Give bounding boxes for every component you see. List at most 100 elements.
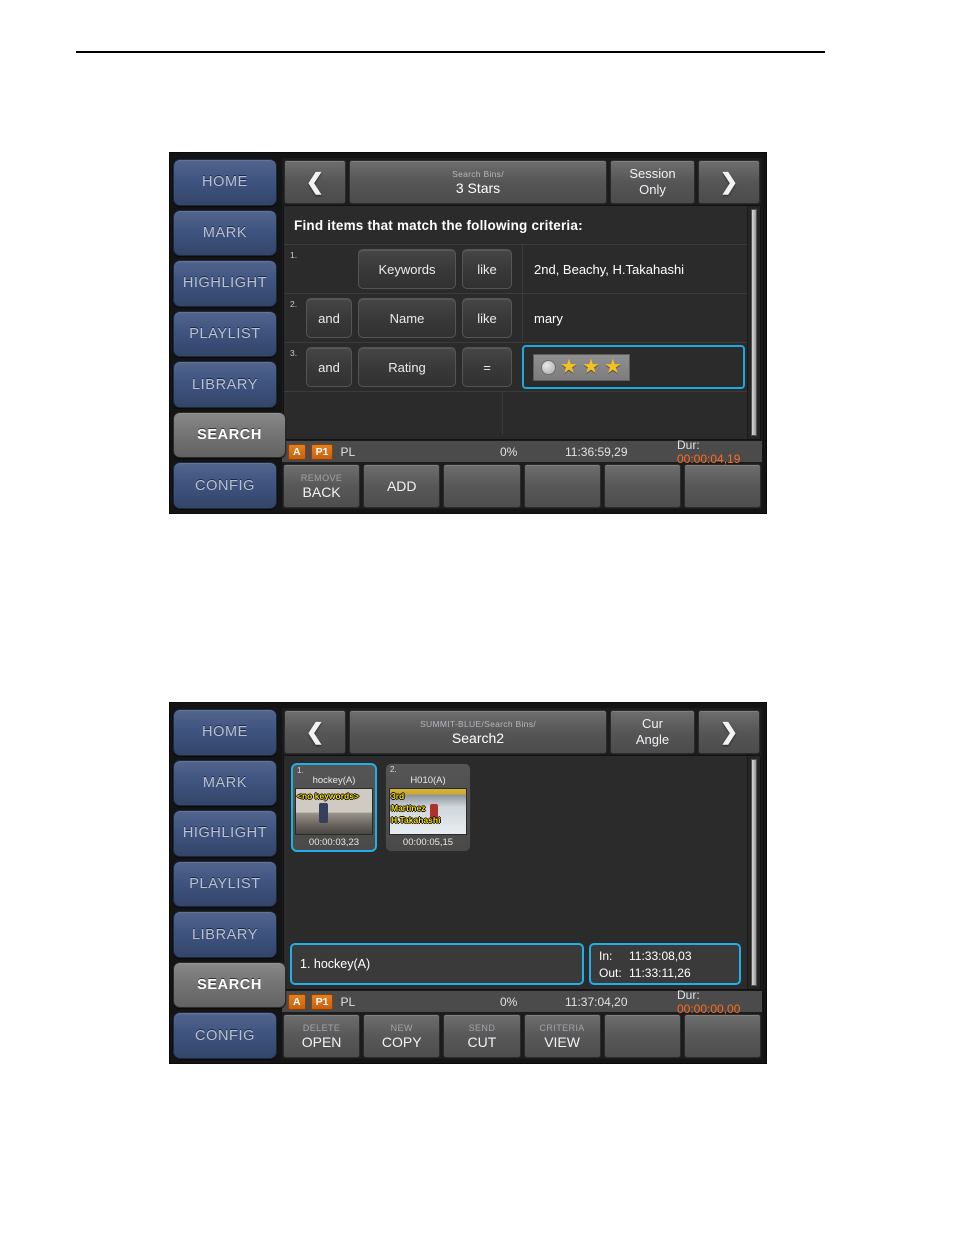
- criteria-scrollbar[interactable]: [747, 206, 760, 439]
- sidebar-item-label: PLAYLIST: [189, 326, 261, 343]
- criteria-field-button[interactable]: Name: [358, 298, 456, 338]
- star-icon[interactable]: ★: [560, 357, 578, 377]
- sidebar-item-search[interactable]: SEARCH: [173, 411, 286, 459]
- sidebar-item-library[interactable]: LIBRARY: [173, 911, 277, 958]
- status-badge-a: A: [288, 993, 306, 1010]
- status-duration: Dur: 00:00:00,00: [677, 988, 762, 1016]
- thumbnail-keyword: H.Takahashi: [391, 815, 441, 825]
- function-key-empty: [523, 464, 601, 508]
- criteria-scrollbar-thumb[interactable]: [751, 209, 757, 436]
- function-key-sublabel: NEW: [390, 1022, 413, 1033]
- breadcrumb-title-button[interactable]: Search Bins/ 3 Stars: [349, 160, 607, 204]
- function-key-add[interactable]: ADD: [363, 464, 441, 508]
- criteria-row[interactable]: 3. and Rating = ★ ★ ★: [284, 342, 747, 391]
- function-key-copy[interactable]: NEW COPY: [363, 1014, 441, 1058]
- nav-next-button[interactable]: ❯: [698, 710, 760, 754]
- nav-next-button[interactable]: ❯: [698, 160, 760, 204]
- thumbnail-duration: 00:00:03,23: [308, 837, 360, 848]
- criteria-row-number: 1.: [290, 250, 298, 260]
- results-scrollbar[interactable]: [747, 756, 760, 989]
- criteria-field-button[interactable]: Rating: [358, 347, 456, 387]
- nav-prev-button[interactable]: ❮: [284, 710, 346, 754]
- sidebar-item-label: HIGHLIGHT: [182, 825, 268, 842]
- sidebar-item-highlight[interactable]: HIGHLIGHT: [173, 260, 277, 307]
- clip-in-row: In: 11:33:08,03: [599, 948, 739, 965]
- chevron-left-icon: ❮: [305, 719, 325, 744]
- header-rule: [76, 51, 825, 53]
- thumbnail-item[interactable]: 1. hockey(A) <no keywords> 00:00:03,23: [291, 763, 377, 852]
- status-duration-value: 00:00:04,19: [677, 451, 741, 466]
- sidebar-item-library[interactable]: LIBRARY: [173, 361, 277, 408]
- thumbnail-keyword: 3rd: [391, 791, 405, 801]
- sidebar-item-search[interactable]: SEARCH: [173, 961, 286, 1009]
- sidebar-item-playlist[interactable]: PLAYLIST: [173, 860, 277, 908]
- criteria-row[interactable]: 2. and Name like mary: [284, 293, 747, 342]
- sidebar-item-config[interactable]: CONFIG: [173, 462, 277, 510]
- sidebar-item-home[interactable]: HOME: [173, 709, 277, 756]
- star-icon[interactable]: ★: [604, 357, 622, 377]
- function-key-sublabel: REMOVE: [300, 472, 343, 483]
- function-key-cut[interactable]: SEND CUT: [443, 1014, 521, 1058]
- chevron-right-icon: ❯: [719, 719, 739, 744]
- sidebar-item-config[interactable]: CONFIG: [173, 1012, 277, 1060]
- sidebar-item-playlist[interactable]: PLAYLIST: [173, 310, 277, 358]
- function-key-empty: [443, 464, 521, 508]
- criteria-value-field[interactable]: 2nd, Beachy, H.Takahashi: [522, 245, 747, 293]
- rating-zero-dot-icon[interactable]: [541, 359, 556, 375]
- criteria-comparator-button[interactable]: like: [462, 249, 512, 289]
- status-timecode: 11:37:04,20: [565, 994, 628, 1009]
- criteria-row-number: 3.: [290, 348, 298, 358]
- status-timecode: 11:36:59,29: [565, 444, 628, 459]
- clip-info-row: 1. hockey(A) In: 11:33:08,03 Out: 11:33:11…: [284, 943, 747, 989]
- criteria-comparator-button[interactable]: =: [462, 347, 512, 387]
- sidebar-item-mark[interactable]: MARK: [173, 209, 277, 257]
- breadcrumb-title-button[interactable]: SUMMIT-BLUE/Search Bins/ Search2: [349, 710, 607, 754]
- sidebar-panel1: HOME MARK HIGHLIGHT PLAYLIST LIBRARY SEARCH CO…: [173, 158, 286, 510]
- device-panel-search-criteria: HOME MARK HIGHLIGHT PLAYLIST LIBRARY SEARCH CO…: [169, 152, 767, 514]
- session-only-button[interactable]: Session Only: [610, 160, 695, 204]
- criteria-row[interactable]: 1. Keywords like 2nd, Beachy, H.Takahashi: [284, 244, 747, 293]
- clip-name-field[interactable]: 1. hockey(A): [290, 943, 584, 985]
- clip-out-value: 11:33:11,26: [629, 966, 691, 980]
- results-scrollbar-thumb[interactable]: [751, 759, 757, 986]
- sidebar-item-label: CONFIG: [195, 477, 255, 494]
- function-key-empty: [683, 1014, 762, 1058]
- chevron-left-icon: ❮: [305, 169, 325, 194]
- function-key-back[interactable]: REMOVE BACK: [283, 464, 361, 508]
- clip-times-field[interactable]: In: 11:33:08,03 Out: 11:33:11,26: [589, 943, 741, 985]
- criteria-conjunction-button[interactable]: and: [306, 298, 352, 338]
- function-key-view[interactable]: CRITERIA VIEW: [523, 1014, 601, 1058]
- status-percent: 0%: [500, 994, 518, 1009]
- device-panel-search-results: HOME MARK HIGHLIGHT PLAYLIST LIBRARY SEARCH CO…: [169, 702, 767, 1064]
- criteria-field-button[interactable]: Keywords: [358, 249, 456, 289]
- rating-stars-widget[interactable]: ★ ★ ★: [533, 353, 630, 381]
- statusbar-panel2: A P1 PL 0% 11:37:04,20 Dur: 00:00:00,00: [282, 988, 762, 1016]
- function-keys-panel1: REMOVE BACK ADD: [282, 462, 762, 509]
- criteria-conjunction-button[interactable]: and: [306, 347, 352, 387]
- page-title: 3 Stars: [455, 179, 501, 196]
- function-key-empty: [603, 1014, 681, 1058]
- criteria-value-field[interactable]: ★ ★ ★: [522, 345, 745, 389]
- criteria-empty-row[interactable]: [284, 391, 747, 435]
- cur-angle-button[interactable]: Cur Angle: [610, 710, 695, 754]
- sidebar-item-mark[interactable]: MARK: [173, 759, 277, 807]
- sidebar-item-highlight[interactable]: HIGHLIGHT: [173, 810, 277, 857]
- function-key-open[interactable]: DELETE OPEN: [283, 1014, 361, 1058]
- function-keys-panel2: DELETE OPEN NEW COPY SEND CUT CRITERIA VIEW: [282, 1012, 762, 1059]
- star-icon[interactable]: ★: [582, 357, 600, 377]
- function-key-label: COPY: [381, 1033, 422, 1050]
- function-key-sublabel: DELETE: [302, 1022, 341, 1033]
- thumbnail-item[interactable]: 2. H010(A) 3rd Martinez H.Takahashi 00:00:05,…: [385, 763, 471, 852]
- session-only-line2: Only: [639, 182, 666, 197]
- status-mode: PL: [340, 994, 356, 1009]
- criteria-value-field[interactable]: mary: [522, 294, 747, 342]
- criteria-comparator-button[interactable]: like: [462, 298, 512, 338]
- function-key-label: BACK: [302, 483, 341, 500]
- criteria-body: Find items that match the following crit…: [283, 205, 761, 440]
- thumbnail-grid: 1. hockey(A) <no keywords> 00:00:03,23 2. H01…: [284, 756, 747, 943]
- screen-panel1: ❮ Search Bins/ 3 Stars Session Only ❯ Fi…: [282, 158, 762, 509]
- sidebar-item-home[interactable]: HOME: [173, 159, 277, 206]
- topbar-panel1: ❮ Search Bins/ 3 Stars Session Only ❯: [282, 158, 762, 204]
- nav-prev-button[interactable]: ❮: [284, 160, 346, 204]
- sidebar-item-label: MARK: [202, 774, 248, 791]
